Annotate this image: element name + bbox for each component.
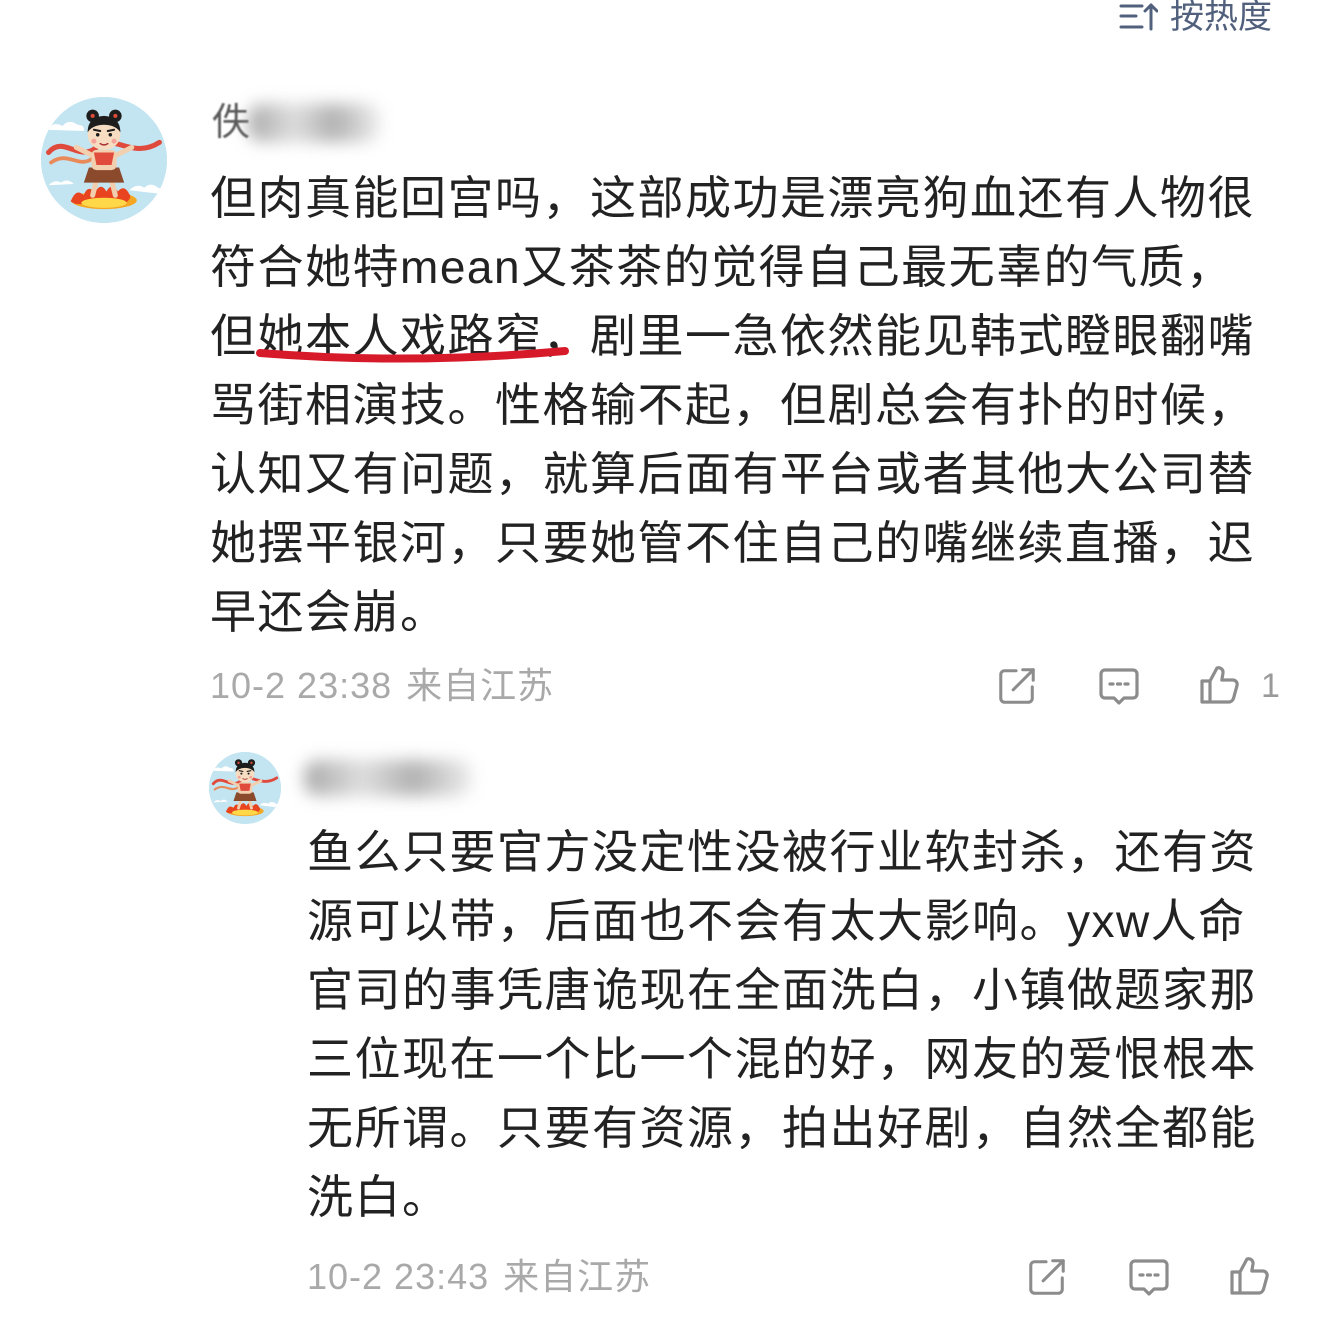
share-icon[interactable]: [1026, 1256, 1068, 1298]
like-count: 1: [1261, 667, 1280, 705]
comment-line: 洗白。: [307, 1171, 450, 1223]
share-icon[interactable]: [996, 665, 1038, 707]
username[interactable]: [298, 754, 478, 804]
comment-icon[interactable]: [1097, 665, 1141, 707]
comment-line: 符合她特mean又茶茶的觉得自己最无辜的气质，: [210, 241, 1234, 293]
timestamp: 10-2 23:43: [307, 1256, 490, 1297]
comment-line: 无所谓。只要有资源，拍出好剧，自然全都能: [307, 1102, 1257, 1154]
comment-text-segment: 剧里一急依然能见韩式瞪眼翻嘴: [590, 310, 1255, 362]
sort-by-hot-button[interactable]: 按热度: [1118, 0, 1272, 37]
red-underline-annotation: [256, 347, 569, 363]
comment-meta: 10-2 23:43 来自江苏: [307, 1257, 651, 1297]
avatar[interactable]: [41, 97, 167, 223]
comment-meta: 10-2 23:38 来自江苏: [210, 666, 554, 706]
username-redaction-blur: [248, 104, 380, 142]
sort-icon: [1118, 0, 1158, 34]
like-icon[interactable]: [1227, 1253, 1273, 1299]
comment-line: 三位现在一个比一个混的好，网友的爱恨根本: [307, 1033, 1257, 1085]
comment-line: 认知又有问题，就算后面有平台或者其他大公司替: [210, 448, 1255, 500]
comment-text: 但肉真能回宫吗，这部成功是漂亮狗血还有人物很 符合她特mean又茶茶的觉得自己最…: [210, 164, 1255, 647]
comment-text: 鱼么只要官方没定性没被行业软封杀，还有资 源可以带，后面也不会有太大影响。yxw…: [307, 818, 1257, 1232]
comment-line: 早还会崩。: [210, 586, 448, 638]
comment-line: 官司的事凭唐诡现在全面洗白，小镇做题家那: [307, 964, 1257, 1016]
comment-line: 鱼么只要官方没定性没被行业软封杀，还有资: [307, 826, 1257, 878]
username[interactable]: 佚: [208, 98, 388, 148]
avatar[interactable]: [209, 752, 281, 824]
location: 来自江苏: [406, 665, 555, 706]
username-redaction-blur: [304, 760, 472, 796]
comment-line: 但肉真能回宫吗，这部成功是漂亮狗血还有人物很: [210, 172, 1255, 224]
cartoon-avatar-icon: [209, 752, 281, 824]
comment-line: 源可以带，后面也不会有太大影响。yxw人命: [307, 895, 1246, 947]
timestamp: 10-2 23:38: [210, 665, 393, 706]
comment-icon[interactable]: [1127, 1256, 1171, 1298]
username-text: 佚: [212, 102, 251, 144]
cartoon-avatar-icon: [41, 97, 167, 223]
location: 来自江苏: [503, 1256, 652, 1297]
comment-line: 骂街相演技。性格输不起，但剧总会有扑的时候，: [210, 379, 1255, 431]
like-icon[interactable]: [1197, 662, 1243, 708]
sort-label: 按热度: [1170, 0, 1272, 36]
comment-line: 她摆平银河，只要她管不住自己的嘴继续直播，迟: [210, 517, 1255, 569]
